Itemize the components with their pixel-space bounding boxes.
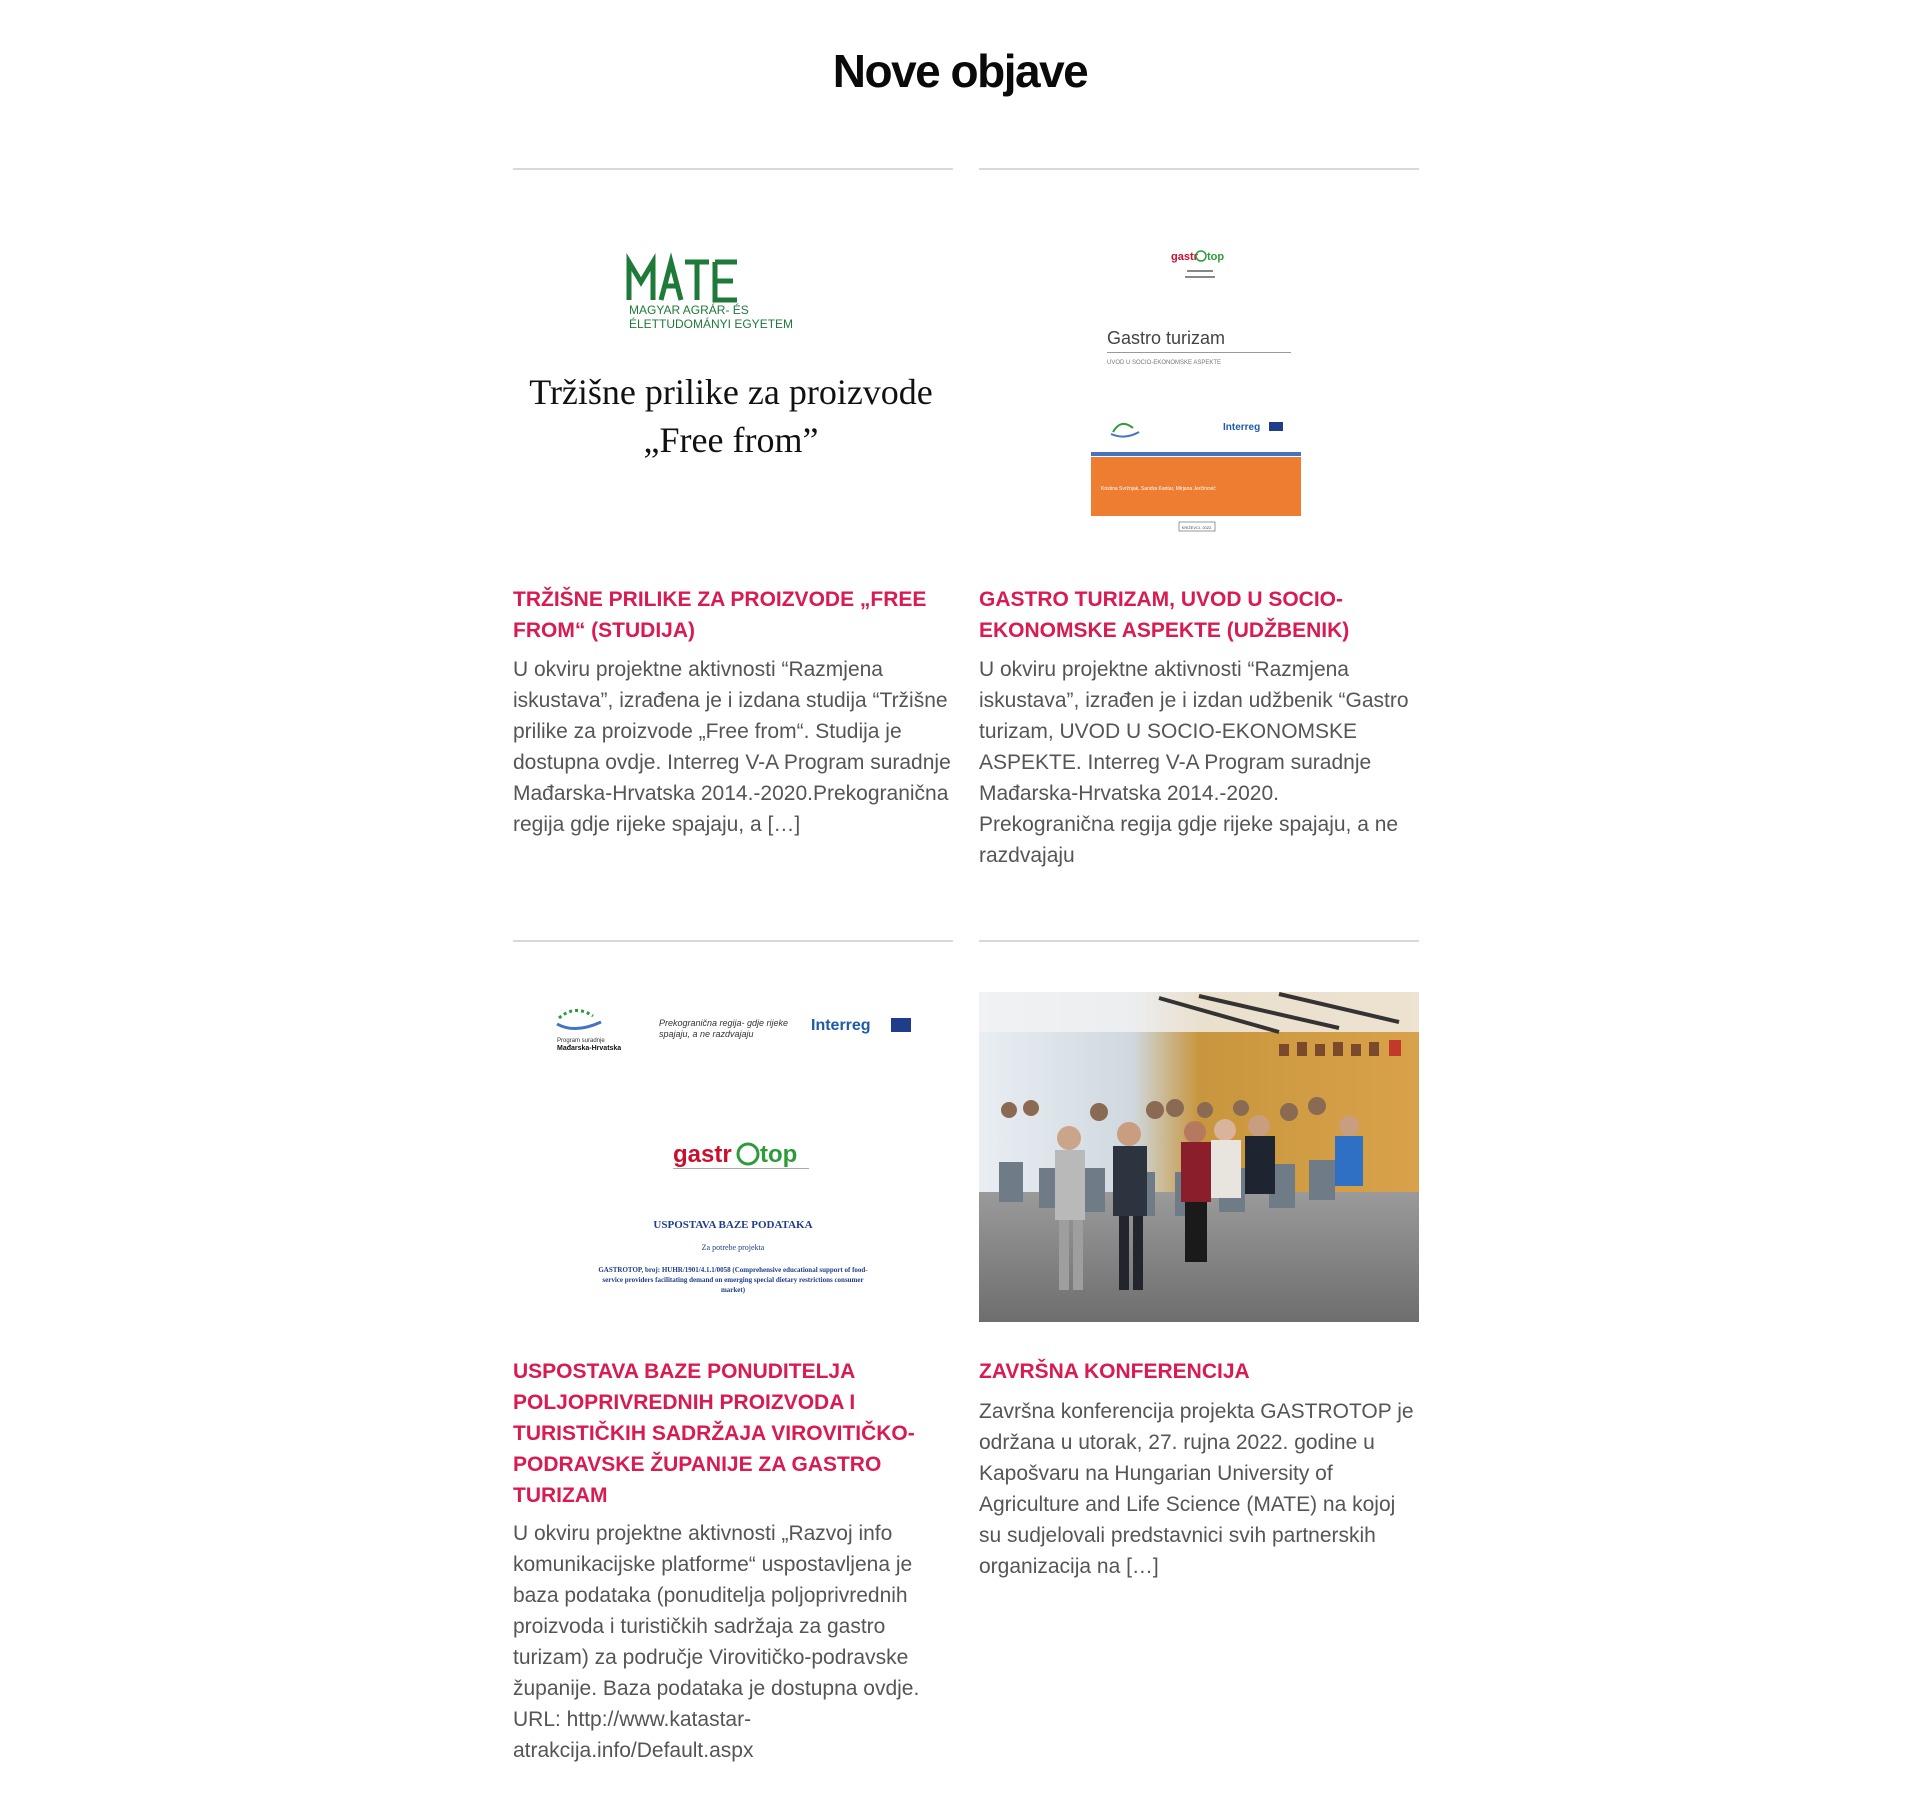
book-title: Gastro turizam bbox=[1107, 328, 1225, 348]
mate-logo-line2: ÉLETTUDOMÁNYI EGYETEM bbox=[629, 316, 793, 331]
post-thumbnail[interactable]: MAGYAR AGRÁR- ÉS ÉLETTUDOMÁNYI EGYETEM T… bbox=[513, 220, 953, 550]
book-subtitle: UVOD U SOCIO-EKONOMSKE ASPEKTE bbox=[1107, 360, 1221, 366]
post-thumbnail[interactable]: gastr top Gastro turizam UVOD U SOCIO-EK… bbox=[979, 220, 1419, 550]
svg-text:Mađarska-Hrvatska: Mađarska-Hrvatska bbox=[557, 1045, 621, 1052]
svg-text:Program suradnje: Program suradnje bbox=[557, 1038, 605, 1044]
gastrotop-logo-small: gastr top bbox=[1171, 250, 1224, 263]
post-divider bbox=[513, 168, 953, 170]
slogan-line2: spajaju, a ne razdvajaju bbox=[659, 1029, 754, 1039]
interreg-logo: Interreg bbox=[811, 1017, 871, 1034]
post-excerpt: U okviru projektne aktivnosti “Razmjena … bbox=[513, 658, 951, 836]
book-place: KRIŽEVCI, 2022. bbox=[1182, 525, 1213, 530]
post-divider bbox=[979, 940, 1419, 942]
database-document-cover: Program suradnje Mađarska-Hrvatska Preko… bbox=[556, 1009, 911, 1294]
svg-text:gastr: gastr bbox=[673, 1141, 732, 1168]
book-band-blue bbox=[1091, 452, 1301, 456]
mate-study-cover-image: MAGYAR AGRÁR- ÉS ÉLETTUDOMÁNYI EGYETEM T… bbox=[529, 252, 933, 460]
slogan-line1: Prekogranična regija- gdje rijeke bbox=[659, 1018, 788, 1028]
post-divider bbox=[979, 168, 1419, 170]
post-title-link[interactable]: Završna konferencija bbox=[979, 1356, 1419, 1387]
cover-heading-line1: Tržišne prilike za proizvode bbox=[529, 372, 933, 412]
conference-photo bbox=[979, 992, 1419, 1322]
book-authors: Kristina Svržnjak, Sandra Kantar, Mirjan… bbox=[1101, 486, 1216, 492]
post-card: MAGYAR AGRÁR- ÉS ÉLETTUDOMÁNYI EGYETEM T… bbox=[513, 168, 953, 836]
post-excerpt: U okviru projektne aktivnosti „Razvoj in… bbox=[513, 1522, 920, 1762]
cover-heading-line2: „Free from” bbox=[644, 420, 819, 460]
post-card: Završna konferencija Završna konferencij… bbox=[979, 940, 1419, 1578]
gastro-tourism-book-cover: gastr top Gastro turizam UVOD U SOCIO-EK… bbox=[1091, 250, 1301, 532]
post-title-link[interactable]: Uspostava baze ponuditelja poljoprivredn… bbox=[513, 1356, 953, 1511]
gastrotop-logo: gastr top bbox=[673, 1141, 809, 1169]
document-line3: market) bbox=[721, 1286, 746, 1294]
program-logo bbox=[1110, 422, 1140, 438]
document-title: USPOSTAVA BAZE PODATAKA bbox=[653, 1219, 812, 1231]
interreg-logo: Interreg bbox=[1223, 422, 1260, 433]
post-title-link[interactable]: Gastro turizam, Uvod u socio-ekonomske a… bbox=[979, 584, 1419, 646]
post-excerpt: Završna konferencija projekta GASTROTOP … bbox=[979, 1400, 1414, 1578]
post-title-link[interactable]: Tržišne prilike za proizvode „Free from“… bbox=[513, 584, 953, 646]
post-card: Program suradnje Mađarska-Hrvatska Preko… bbox=[513, 940, 953, 1762]
program-logo: Program suradnje Mađarska-Hrvatska bbox=[556, 1009, 621, 1052]
mate-logo: MAGYAR AGRÁR- ÉS ÉLETTUDOMÁNYI EGYETEM bbox=[626, 252, 793, 331]
document-line2: service providers facilitating demand on… bbox=[602, 1276, 863, 1284]
mate-logo-line1: MAGYAR AGRÁR- ÉS bbox=[629, 302, 749, 317]
svg-text:top: top bbox=[1207, 251, 1224, 263]
post-card: gastr top Gastro turizam UVOD U SOCIO-EK… bbox=[979, 168, 1419, 867]
document-line1: GASTROTOP, broj: HUHR/1901/4.1.1/0058 (C… bbox=[598, 1266, 868, 1274]
post-thumbnail[interactable]: Program suradnje Mađarska-Hrvatska Preko… bbox=[513, 992, 953, 1322]
svg-text:top: top bbox=[760, 1141, 797, 1168]
post-excerpt: U okviru projektne aktivnosti “Razmjena … bbox=[979, 658, 1409, 867]
section-title: Nove objave bbox=[832, 45, 1089, 97]
svg-text:gastr: gastr bbox=[1171, 251, 1199, 263]
post-divider bbox=[513, 940, 953, 942]
post-thumbnail[interactable] bbox=[979, 992, 1419, 1322]
document-for: Za potrebe projekta bbox=[702, 1243, 765, 1252]
